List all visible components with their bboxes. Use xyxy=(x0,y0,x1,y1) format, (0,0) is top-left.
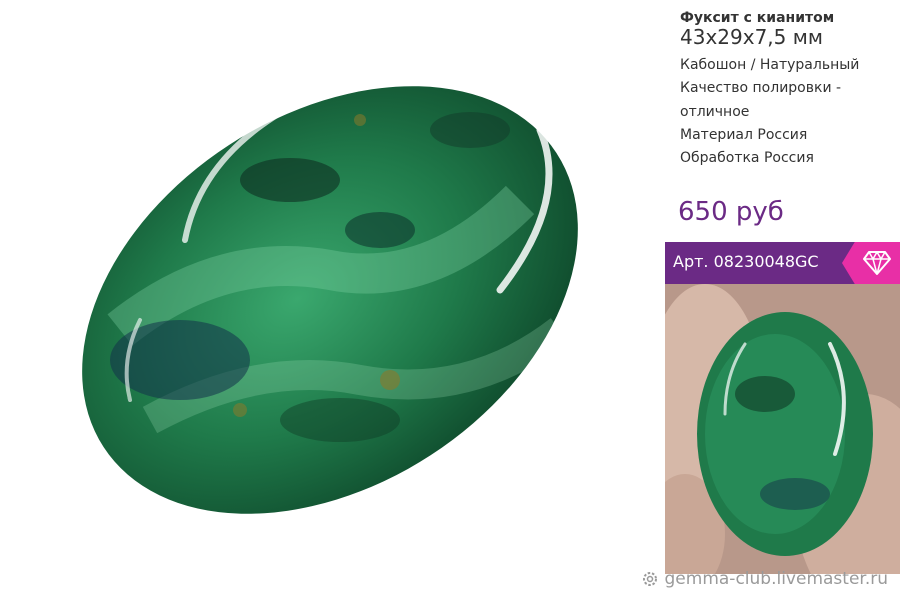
stone-in-hand-photo xyxy=(665,284,900,574)
product-size: 43х29х7,5 мм xyxy=(680,25,823,49)
product-title: Фуксит с кианитом xyxy=(680,10,835,26)
spec-line: Обработка Россия xyxy=(680,150,814,167)
spec-line: Кабошон / Натуральный xyxy=(680,57,860,73)
product-price: 650 руб xyxy=(678,197,784,227)
article-number: Арт. 08230048GC xyxy=(673,252,819,271)
spec-line: Материал Россия xyxy=(680,126,808,143)
spec-line: отличное xyxy=(680,103,750,120)
article-bar: Арт. 08230048GC xyxy=(665,242,900,284)
spec-line: Качество полировки - xyxy=(680,80,842,97)
main-stone-photo xyxy=(82,86,578,514)
gem-badge xyxy=(842,242,900,284)
watermark: gemma-club.livemaster.ru xyxy=(641,569,888,589)
watermark-text: gemma-club.livemaster.ru xyxy=(664,569,888,589)
product-info: Фуксит с кианитом 43х29х7,5 мм Кабошон /… xyxy=(680,10,895,170)
diamond-icon xyxy=(863,251,891,275)
gear-icon xyxy=(642,572,657,586)
